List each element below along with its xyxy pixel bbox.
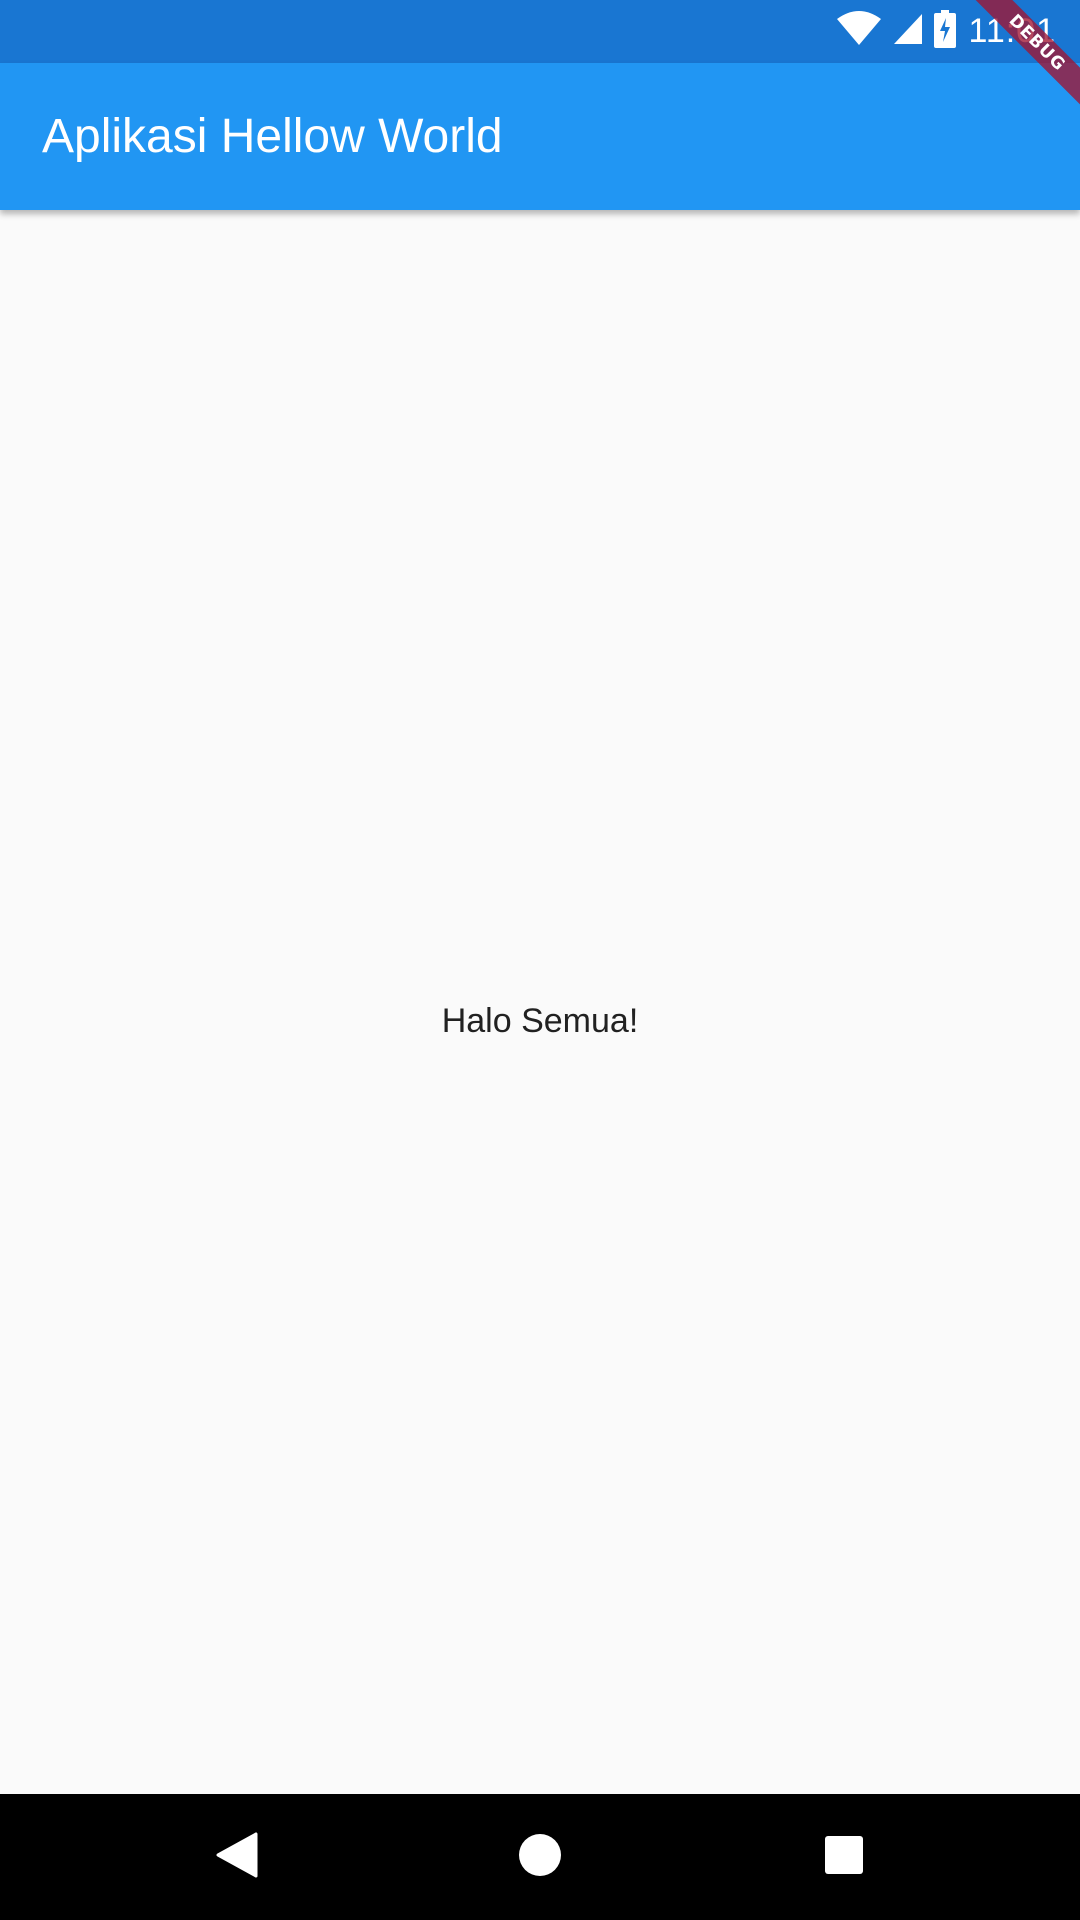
app-title: Aplikasi Hellow World xyxy=(42,110,503,163)
battery-charging-icon xyxy=(934,10,957,53)
home-icon xyxy=(518,1833,562,1882)
recents-icon xyxy=(824,1835,864,1880)
back-button[interactable] xyxy=(157,1794,317,1920)
recents-button[interactable] xyxy=(764,1794,924,1920)
greeting-text: Halo Semua! xyxy=(441,1001,639,1040)
status-time: 11:01 xyxy=(968,12,1056,50)
back-icon xyxy=(216,1832,258,1883)
status-icons: 11:01 xyxy=(836,0,1056,63)
app-bar: Aplikasi Hellow World xyxy=(0,63,1080,210)
status-bar: 11:01 xyxy=(0,0,1080,63)
home-button[interactable] xyxy=(460,1794,620,1920)
page-body: Halo Semua! xyxy=(0,210,1080,1794)
signal-icon xyxy=(894,14,923,49)
navigation-bar xyxy=(0,1794,1080,1920)
wifi-icon xyxy=(836,11,882,52)
